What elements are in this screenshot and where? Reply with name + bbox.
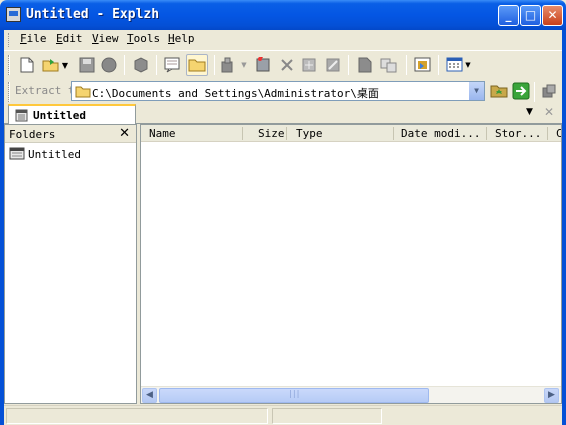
extract-to-bar: Extract to C:\Documents and Settings\Adm… [4,79,562,103]
menu-file[interactable]: File [20,32,47,45]
tab-strip: Untitled ▼ ✕ [4,104,562,125]
folders-close-icon[interactable]: ✕ [119,126,130,141]
extract-path-text[interactable]: C:\Documents and Settings\Administrator\… [92,85,379,101]
stop-icon[interactable] [98,54,120,76]
menu-tools[interactable]: Tools [127,32,160,45]
view-file-icon[interactable] [162,54,184,76]
compress-icon[interactable] [218,54,240,76]
tree-node-untitled[interactable]: Untitled [9,147,81,163]
close-icon: ✕ [547,8,558,22]
folders-pane: Folders ✕ Untitled [4,124,137,404]
split-icon[interactable] [378,54,400,76]
minimize-icon: _ [505,8,512,22]
window-title: Untitled - Explzh [26,7,160,22]
menu-grip[interactable] [8,33,11,47]
go-icon[interactable] [510,80,532,102]
options-icon[interactable] [538,80,560,102]
column-name[interactable]: Name [149,127,176,140]
folder-icon [75,85,91,101]
scroll-left-icon[interactable]: ◀ [142,388,157,403]
menu-help[interactable]: Help [168,32,195,45]
file-list[interactable]: Name Size Type Date modi... Stor... C ◀ … [140,124,562,404]
save-icon[interactable] [76,54,98,76]
test-icon[interactable] [298,54,320,76]
scroll-right-icon[interactable]: ▶ [544,388,559,403]
extract-icon[interactable] [130,54,152,76]
column-c[interactable]: C [556,127,561,140]
tab-close-icon[interactable]: ✕ [544,105,554,119]
status-panel-1 [6,408,268,424]
maximize-button[interactable]: □ [520,5,541,26]
view-mode-icon[interactable] [444,54,466,76]
column-header: Name Size Type Date modi... Stor... C [141,125,561,142]
folders-header: Folders ✕ [5,125,136,143]
folders-title: Folders [9,128,56,141]
add-files-icon[interactable] [252,54,274,76]
extract-to-icon[interactable] [412,54,434,76]
tab-untitled[interactable]: Untitled [8,104,136,125]
tree-node-label: Untitled [28,148,81,161]
maximize-icon: □ [524,8,537,22]
extract-path-combobox[interactable]: C:\Documents and Settings\Administrator\… [71,81,485,101]
chevron-down-icon[interactable]: ▼ [468,82,484,100]
status-bar [4,405,562,425]
new-archive-icon[interactable] [16,54,38,76]
archive-icon [15,109,28,125]
open-archive-icon[interactable] [40,54,62,76]
column-type[interactable]: Type [296,127,323,140]
new-folder-icon[interactable] [488,80,510,102]
minimize-button[interactable]: _ [498,5,519,26]
open-folder-icon[interactable] [186,54,208,76]
menu-view[interactable]: View [92,32,119,45]
window-frame-right [562,30,566,425]
compress-dropdown-icon[interactable]: ▼ [240,54,248,76]
archive-icon [9,147,25,163]
tab-list-icon[interactable]: ▼ [526,107,533,117]
delete-icon[interactable] [276,54,298,76]
title-bar[interactable]: Untitled - Explzh _ □ ✕ [0,0,566,30]
app-icon[interactable] [6,7,21,22]
horizontal-scrollbar[interactable]: ◀ ▶ [141,386,561,403]
status-panel-2 [272,408,382,424]
tab-label: Untitled [33,109,86,122]
column-storage[interactable]: Stor... [495,127,541,140]
close-button[interactable]: ✕ [542,5,563,26]
scroll-thumb[interactable] [159,388,429,403]
toolbar: ▼ ▼ ▼ [4,50,562,78]
view-mode-dropdown-icon[interactable]: ▼ [464,54,472,76]
column-size[interactable]: Size [258,127,285,140]
menu-bar: File Edit View Tools Help [4,30,562,49]
open-dropdown-icon[interactable]: ▼ [60,54,70,76]
properties-icon[interactable] [354,54,376,76]
column-date-modified[interactable]: Date modi... [401,127,480,140]
menu-edit[interactable]: Edit [56,32,83,45]
edit-icon[interactable] [322,54,344,76]
